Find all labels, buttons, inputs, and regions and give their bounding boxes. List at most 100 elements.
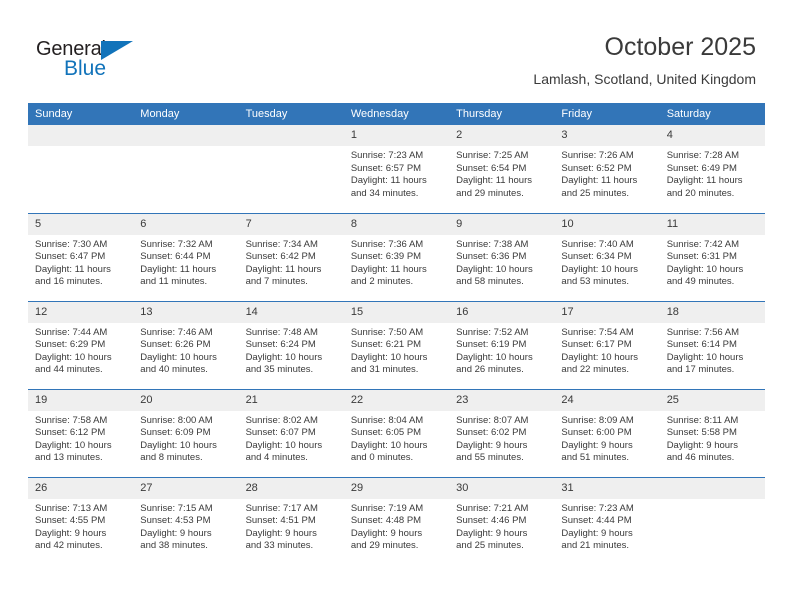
week-row: 26 Sunrise: 7:13 AM Sunset: 4:55 PM Dayligh… xyxy=(28,476,765,565)
day-info: Sunrise: 7:58 AM Sunset: 6:12 PM Daylight:… xyxy=(28,411,133,465)
day-info: Sunrise: 8:04 AM Sunset: 6:05 PM Daylight:… xyxy=(344,411,449,465)
daylight-text-line2: and 13 minutes. xyxy=(35,452,103,464)
day-info: Sunrise: 7:28 AM Sunset: 6:49 PM Daylight:… xyxy=(660,146,765,200)
daylight-text-line1: Daylight: 9 hours xyxy=(245,527,317,539)
day-cell[interactable]: 7 Sunrise: 7:34 AM Sunset: 6:42 PM Daylight… xyxy=(238,212,344,301)
day-number: 20 xyxy=(133,389,239,411)
day-cell[interactable]: 24 Sunrise: 8:09 AM Sunset: 6:00 PM Dayligh… xyxy=(554,388,660,477)
day-cell[interactable]: 15 Sunrise: 7:50 AM Sunset: 6:21 PM Dayligh… xyxy=(343,300,450,389)
sunrise-text: Sunrise: 7:26 AM xyxy=(561,150,634,161)
sunrise-text: Sunrise: 7:58 AM xyxy=(35,414,108,426)
sunset-text: Sunset: 6:05 PM xyxy=(350,427,422,439)
day-number: 10 xyxy=(554,213,660,235)
daylight-text-line2: and 26 minutes. xyxy=(456,364,524,376)
daylight-text-line2: and 40 minutes. xyxy=(140,364,208,376)
daylight-text-line2: and 25 minutes. xyxy=(561,187,630,199)
day-number: 9 xyxy=(449,213,555,235)
day-cell[interactable]: 31 Sunrise: 7:23 AM Sunset: 4:44 PM Dayligh… xyxy=(554,476,660,565)
day-cell[interactable]: 26 Sunrise: 7:13 AM Sunset: 4:55 PM Dayligh… xyxy=(28,476,134,565)
sunrise-text: Sunrise: 8:07 AM xyxy=(456,414,529,426)
day-number: 11 xyxy=(659,213,765,235)
day-cell[interactable]: 6 Sunrise: 7:32 AM Sunset: 6:44 PM Daylight… xyxy=(133,212,239,301)
day-cell[interactable]: 19 Sunrise: 7:58 AM Sunset: 6:12 PM Dayligh… xyxy=(28,388,134,477)
day-cell[interactable]: 10 Sunrise: 7:40 AM Sunset: 6:34 PM Dayligh… xyxy=(554,212,660,301)
day-info: Sunrise: 7:38 AM Sunset: 6:36 PM Daylight:… xyxy=(449,235,554,289)
day-cell[interactable]: 28 Sunrise: 7:17 AM Sunset: 4:51 PM Dayligh… xyxy=(238,476,344,565)
sunrise-text: Sunrise: 7:56 AM xyxy=(666,326,740,338)
sunset-text: Sunset: 6:34 PM xyxy=(561,251,632,263)
day-number: 28 xyxy=(238,477,344,499)
day-cell[interactable]: 23 Sunrise: 8:07 AM Sunset: 6:02 PM Dayligh… xyxy=(449,388,555,477)
day-cell[interactable] xyxy=(659,476,765,565)
calendar-grid: Sunday Monday Tuesday Wednesday Thursday… xyxy=(28,103,765,565)
day-cell[interactable] xyxy=(238,125,344,213)
daylight-text-line1: Daylight: 10 hours xyxy=(350,351,428,363)
daylight-text-line2: and 49 minutes. xyxy=(666,276,735,288)
day-cell[interactable]: 21 Sunrise: 8:02 AM Sunset: 6:07 PM Dayligh… xyxy=(238,388,344,477)
day-info: Sunrise: 7:23 AM Sunset: 6:57 PM Daylight:… xyxy=(344,146,449,200)
daylight-text-line1: Daylight: 11 hours xyxy=(666,175,743,187)
daylight-text-line1: Daylight: 10 hours xyxy=(245,439,323,451)
day-info: Sunrise: 7:34 AM Sunset: 6:42 PM Daylight:… xyxy=(239,235,344,289)
day-cell[interactable]: 18 Sunrise: 7:56 AM Sunset: 6:14 PM Dayligh… xyxy=(659,300,765,389)
day-number: 6 xyxy=(133,213,239,235)
weekday-header-friday: Friday xyxy=(554,103,660,125)
daylight-text-line1: Daylight: 10 hours xyxy=(245,351,323,363)
sunset-text: Sunset: 4:55 PM xyxy=(35,515,106,527)
sunrise-text: Sunrise: 7:25 AM xyxy=(456,150,529,161)
day-cell[interactable] xyxy=(28,125,134,213)
day-cell[interactable]: 20 Sunrise: 8:00 AM Sunset: 6:09 PM Dayligh… xyxy=(133,388,239,477)
day-cell[interactable]: 13 Sunrise: 7:46 AM Sunset: 6:26 PM Dayligh… xyxy=(133,300,239,389)
day-cell[interactable]: 25 Sunrise: 8:11 AM Sunset: 5:58 PM Dayligh… xyxy=(659,388,765,477)
day-cell[interactable]: 4 Sunrise: 7:28 AM Sunset: 6:49 PM Daylight… xyxy=(659,125,765,213)
day-cell[interactable]: 22 Sunrise: 8:04 AM Sunset: 6:05 PM Dayligh… xyxy=(343,388,450,477)
daylight-text-line1: Daylight: 9 hours xyxy=(666,439,738,451)
day-info: Sunrise: 7:54 AM Sunset: 6:17 PM Daylight:… xyxy=(554,323,659,377)
sunset-text: Sunset: 6:17 PM xyxy=(561,339,632,351)
day-cell[interactable]: 2 Sunrise: 7:25 AM Sunset: 6:54 PM Daylight… xyxy=(449,125,555,213)
sunrise-text: Sunrise: 7:42 AM xyxy=(666,238,740,250)
day-cell[interactable]: 3 Sunrise: 7:26 AM Sunset: 6:52 PM Daylight… xyxy=(554,125,660,213)
sunset-text: Sunset: 6:19 PM xyxy=(456,339,527,351)
sunset-text: Sunset: 6:31 PM xyxy=(666,251,737,263)
day-number: 4 xyxy=(659,125,765,146)
sunrise-text: Sunrise: 7:17 AM xyxy=(245,502,318,514)
day-number: 14 xyxy=(238,301,344,323)
day-cell[interactable]: 12 Sunrise: 7:44 AM Sunset: 6:29 PM Dayligh… xyxy=(28,300,134,389)
daylight-text-line1: Daylight: 9 hours xyxy=(456,527,528,539)
day-cell[interactable]: 5 Sunrise: 7:30 AM Sunset: 6:47 PM Daylight… xyxy=(28,212,134,301)
day-cell[interactable] xyxy=(133,125,239,213)
day-cell[interactable]: 8 Sunrise: 7:36 AM Sunset: 6:39 PM Daylight… xyxy=(343,212,450,301)
sunset-text: Sunset: 6:07 PM xyxy=(245,427,316,439)
day-cell[interactable]: 9 Sunrise: 7:38 AM Sunset: 6:36 PM Daylight… xyxy=(449,212,555,301)
daylight-text-line2: and 46 minutes. xyxy=(666,452,735,464)
general-blue-logo[interactable]: General Blue xyxy=(36,38,166,84)
daylight-text-line1: Daylight: 10 hours xyxy=(561,351,638,363)
sunset-text: Sunset: 6:49 PM xyxy=(666,162,737,174)
day-cell[interactable]: 27 Sunrise: 7:15 AM Sunset: 4:53 PM Dayligh… xyxy=(133,476,239,565)
sunrise-text: Sunrise: 7:19 AM xyxy=(350,502,424,514)
sunrise-text: Sunrise: 8:02 AM xyxy=(245,414,318,426)
day-cell[interactable]: 17 Sunrise: 7:54 AM Sunset: 6:17 PM Dayligh… xyxy=(554,300,660,389)
day-info xyxy=(28,146,133,150)
daylight-text-line1: Daylight: 9 hours xyxy=(561,527,633,539)
day-cell[interactable]: 16 Sunrise: 7:52 AM Sunset: 6:19 PM Dayligh… xyxy=(449,300,555,389)
sunrise-text: Sunrise: 7:38 AM xyxy=(456,238,529,250)
weekday-header-wednesday: Wednesday xyxy=(343,103,450,125)
sunset-text: Sunset: 6:52 PM xyxy=(561,162,632,174)
sunrise-text: Sunrise: 7:15 AM xyxy=(140,502,213,514)
day-number: 3 xyxy=(554,125,660,146)
daylight-text-line2: and 33 minutes. xyxy=(245,540,314,552)
sunset-text: Sunset: 4:51 PM xyxy=(245,515,316,527)
calendar-page: General Blue October 2025 Lamlash, Scotl… xyxy=(0,0,792,612)
daylight-text-line2: and 16 minutes. xyxy=(35,276,103,288)
daylight-text-line2: and 21 minutes. xyxy=(561,540,630,552)
day-cell[interactable]: 29 Sunrise: 7:19 AM Sunset: 4:48 PM Dayligh… xyxy=(343,476,450,565)
sunrise-text: Sunrise: 7:34 AM xyxy=(245,238,318,250)
day-number: 13 xyxy=(133,301,239,323)
day-cell[interactable]: 14 Sunrise: 7:48 AM Sunset: 6:24 PM Dayligh… xyxy=(238,300,344,389)
day-info: Sunrise: 8:00 AM Sunset: 6:09 PM Daylight:… xyxy=(133,411,238,465)
day-cell[interactable]: 1 Sunrise: 7:23 AM Sunset: 6:57 PM Daylight… xyxy=(343,125,450,213)
day-cell[interactable]: 11 Sunrise: 7:42 AM Sunset: 6:31 PM Dayligh… xyxy=(659,212,765,301)
day-cell[interactable]: 30 Sunrise: 7:21 AM Sunset: 4:46 PM Dayligh… xyxy=(449,476,555,565)
